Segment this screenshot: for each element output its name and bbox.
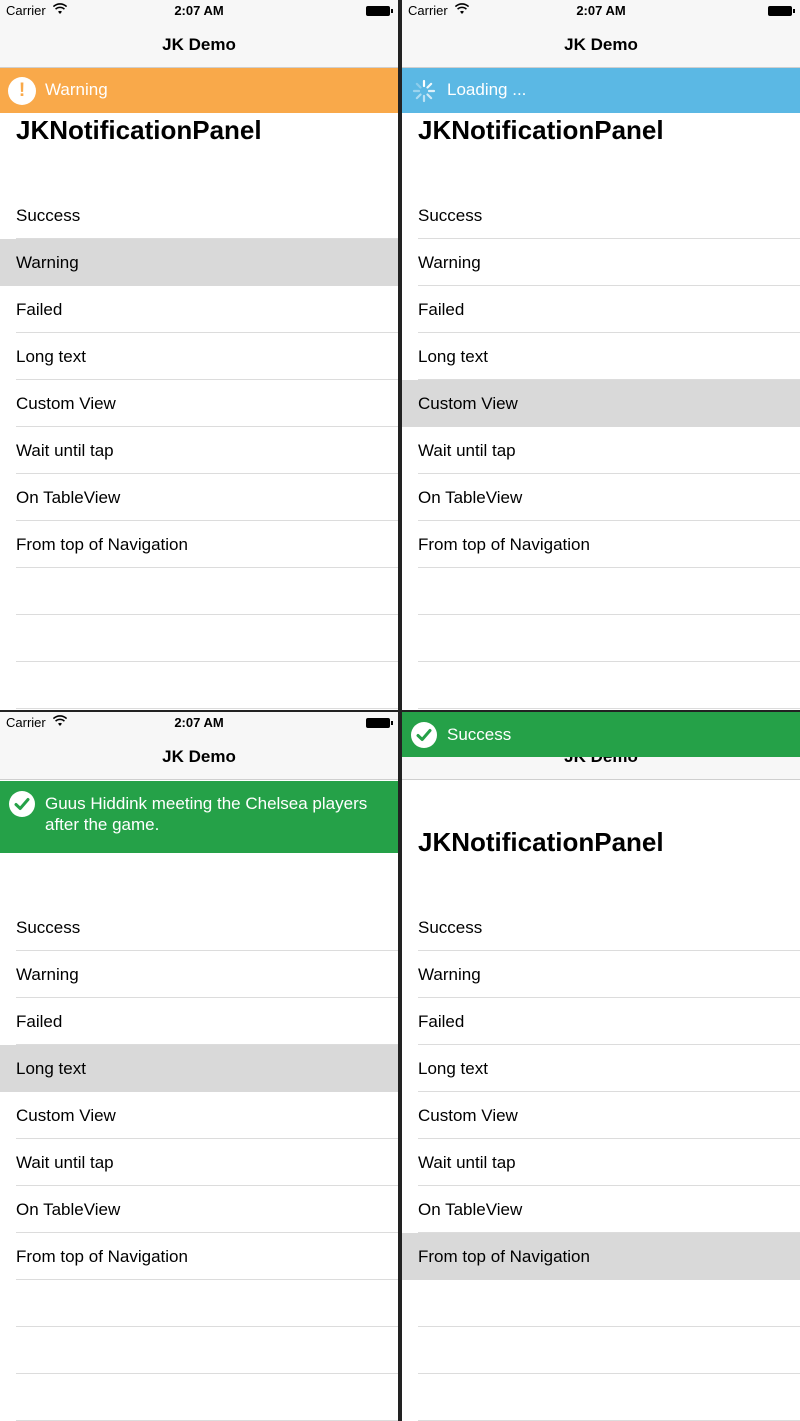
menu-row-wait-until-tap[interactable]: Wait until tap bbox=[0, 427, 398, 474]
empty-row bbox=[0, 1374, 398, 1421]
page-title: JKNotificationPanel bbox=[16, 115, 262, 145]
spinner-icon bbox=[412, 79, 436, 103]
battery-icon bbox=[366, 718, 393, 728]
status-bar: Carrier 2:07 AM bbox=[0, 0, 398, 22]
screen-loading: Carrier 2:07 AM JK Demo JKNotificationPa… bbox=[402, 0, 800, 710]
empty-row bbox=[402, 662, 800, 709]
menu-table: Success Warning Failed Long text Custom … bbox=[0, 904, 398, 1421]
menu-row-success[interactable]: Success bbox=[0, 192, 398, 239]
notification-panel-success[interactable]: Success bbox=[402, 712, 800, 757]
menu-row-success[interactable]: Success bbox=[0, 904, 398, 951]
menu-row-from-top-of-navigation[interactable]: From top of Navigation bbox=[0, 521, 398, 568]
empty-row bbox=[0, 662, 398, 709]
menu-row-warning[interactable]: Warning bbox=[402, 239, 800, 286]
menu-row-on-tableview[interactable]: On TableView bbox=[0, 474, 398, 521]
checkmark-icon bbox=[9, 791, 35, 817]
menu-row-from-top-of-navigation[interactable]: From top of Navigation bbox=[402, 521, 800, 568]
menu-table: Success Warning Failed Long text Custom … bbox=[402, 192, 800, 709]
menu-row-failed[interactable]: Failed bbox=[0, 998, 398, 1045]
clock: 2:07 AM bbox=[174, 715, 224, 730]
menu-row-from-top-of-navigation[interactable]: From top of Navigation bbox=[402, 1233, 800, 1280]
page-title: JKNotificationPanel bbox=[418, 115, 664, 145]
menu-row-failed[interactable]: Failed bbox=[0, 286, 398, 333]
menu-row-custom-view[interactable]: Custom View bbox=[0, 1092, 398, 1139]
menu-row-on-tableview[interactable]: On TableView bbox=[0, 1186, 398, 1233]
menu-table: Success Warning Failed Long text Custom … bbox=[402, 904, 800, 1421]
menu-row-custom-view[interactable]: Custom View bbox=[0, 380, 398, 427]
battery-icon bbox=[366, 6, 393, 16]
status-bar: Carrier 2:07 AM bbox=[0, 712, 398, 734]
menu-row-warning[interactable]: Warning bbox=[402, 951, 800, 998]
page-title: JKNotificationPanel bbox=[418, 827, 664, 857]
menu-row-failed[interactable]: Failed bbox=[402, 286, 800, 333]
screen-from-top-of-navigation: Carrier 2:07 AM JK Demo JKNotificationPa… bbox=[402, 712, 800, 1421]
screenshot-grid: Carrier 2:07 AM JK Demo JKNotificationPa… bbox=[0, 0, 800, 1421]
status-bar: Carrier 2:07 AM bbox=[402, 0, 800, 22]
notification-panel-loading[interactable]: Loading ... bbox=[402, 68, 800, 113]
menu-row-long-text[interactable]: Long text bbox=[402, 1045, 800, 1092]
screen-warning: Carrier 2:07 AM JK Demo JKNotificationPa… bbox=[0, 0, 398, 710]
menu-row-long-text[interactable]: Long text bbox=[0, 333, 398, 380]
empty-row bbox=[402, 1327, 800, 1374]
clock: 2:07 AM bbox=[174, 3, 224, 18]
menu-row-long-text[interactable]: Long text bbox=[0, 1045, 398, 1092]
empty-row bbox=[402, 1280, 800, 1327]
screen-long-text: Carrier 2:07 AM JK Demo JKNotificationPa… bbox=[0, 712, 398, 1421]
navigation-bar-title: JK Demo bbox=[402, 22, 800, 68]
empty-row bbox=[0, 568, 398, 615]
menu-row-wait-until-tap[interactable]: Wait until tap bbox=[0, 1139, 398, 1186]
notification-text: Warning bbox=[45, 80, 108, 99]
empty-row bbox=[402, 568, 800, 615]
menu-row-from-top-of-navigation[interactable]: From top of Navigation bbox=[0, 1233, 398, 1280]
checkmark-icon bbox=[411, 722, 437, 748]
notification-text: Loading ... bbox=[447, 80, 527, 99]
notification-panel-long-text[interactable]: Guus Hiddink meeting the Chelsea players… bbox=[0, 781, 398, 853]
clock: 2:07 AM bbox=[576, 3, 626, 18]
menu-table: Success Warning Failed Long text Custom … bbox=[0, 192, 398, 709]
menu-row-custom-view[interactable]: Custom View bbox=[402, 1092, 800, 1139]
empty-row bbox=[0, 1327, 398, 1374]
navigation-bar-title: JK Demo bbox=[0, 22, 398, 68]
menu-row-warning[interactable]: Warning bbox=[0, 239, 398, 286]
menu-row-on-tableview[interactable]: On TableView bbox=[402, 1186, 800, 1233]
empty-row bbox=[0, 615, 398, 662]
menu-row-on-tableview[interactable]: On TableView bbox=[402, 474, 800, 521]
battery-icon bbox=[768, 6, 795, 16]
menu-row-long-text[interactable]: Long text bbox=[402, 333, 800, 380]
navigation-bar-title: JK Demo bbox=[0, 734, 398, 780]
menu-row-warning[interactable]: Warning bbox=[0, 951, 398, 998]
menu-row-custom-view[interactable]: Custom View bbox=[402, 380, 800, 427]
notification-text: Success bbox=[447, 725, 512, 744]
exclamation-icon: ! bbox=[8, 77, 36, 105]
notification-text: Guus Hiddink meeting the Chelsea players… bbox=[45, 794, 368, 834]
notification-panel-warning[interactable]: ! Warning bbox=[0, 68, 398, 113]
menu-row-wait-until-tap[interactable]: Wait until tap bbox=[402, 1139, 800, 1186]
menu-row-success[interactable]: Success bbox=[402, 192, 800, 239]
menu-row-failed[interactable]: Failed bbox=[402, 998, 800, 1045]
empty-row bbox=[402, 1374, 800, 1421]
empty-row bbox=[402, 615, 800, 662]
menu-row-wait-until-tap[interactable]: Wait until tap bbox=[402, 427, 800, 474]
empty-row bbox=[0, 1280, 398, 1327]
menu-row-success[interactable]: Success bbox=[402, 904, 800, 951]
